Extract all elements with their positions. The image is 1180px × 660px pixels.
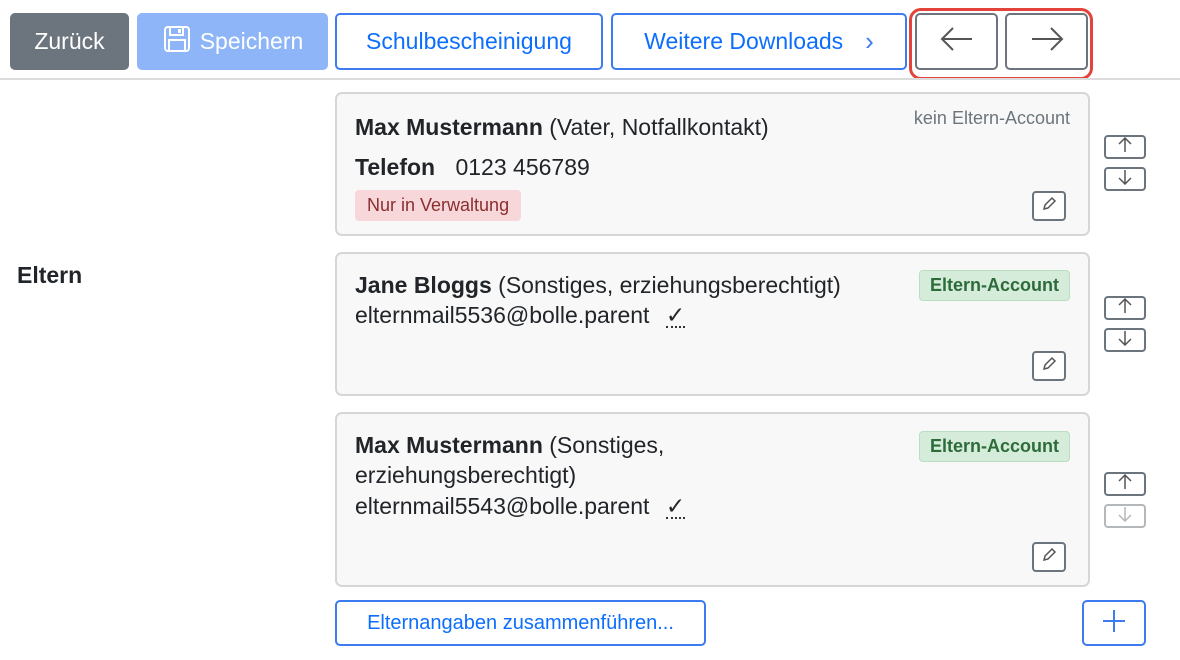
phone-label: Telefon [355,154,436,180]
move-up-button[interactable] [1104,296,1146,320]
chevron-right-icon: › [865,26,874,56]
parent-title: Max Mustermann (Sonstiges, [355,432,664,459]
school-certificate-button[interactable]: Schulbescheinigung [335,13,603,70]
toolbar-divider [0,78,1180,80]
account-status: kein Eltern-Account [913,108,1070,128]
save-button-label: Speichern [199,28,304,54]
parent-name: Max Mustermann [355,114,543,140]
parent-title: Max Mustermann (Vater, Notfallkontakt) [355,114,769,141]
plus-icon [1101,608,1127,639]
parent-email-row: elternmail5536@bolle.parent ✓ [355,302,686,329]
parent-card: Max Mustermann (Vater, Notfallkontakt) k… [335,92,1090,236]
arrow-up-icon [1116,297,1134,319]
verified-check-icon: ✓ [665,493,686,519]
parent-card: Jane Bloggs (Sonstiges, erziehungsberech… [335,252,1090,396]
parent-email: elternmail5543@bolle.parent [355,493,650,519]
arrow-down-icon [1116,330,1134,351]
arrow-up-icon [1116,136,1134,158]
parent-card: Max Mustermann (Sonstiges, erziehungsber… [335,412,1090,587]
navigation-highlight-frame [909,8,1093,80]
phone-value: 0123 456789 [455,154,590,180]
move-down-button[interactable] [1104,328,1146,352]
edit-button[interactable] [1032,351,1066,381]
pencil-icon [1041,196,1057,217]
parent-account-badge: Eltern-Account [918,431,1070,462]
parent-detail: (Sonstiges, [549,432,665,458]
parent-name: Jane Bloggs [355,272,492,298]
arrow-down-icon [1116,169,1134,190]
parent-phone-row: Telefon 0123 456789 [355,154,590,181]
parent-name: Max Mustermann [355,432,543,458]
parent-detail: (Sonstiges, erziehungsberechtigt) [498,272,841,298]
back-button-label: Zurück [34,28,105,54]
arrow-up-icon [1116,473,1134,495]
parent-detail-continued: erziehungsberechtigt) [355,462,577,488]
pencil-icon [1041,356,1057,377]
more-downloads-label: Weitere Downloads [644,28,844,54]
parent-email: elternmail5536@bolle.parent [355,302,650,328]
move-up-button[interactable] [1104,472,1146,496]
floppy-disk-icon [162,24,192,60]
parent-detail: (Vater, Notfallkontakt) [549,114,769,140]
edit-button[interactable] [1032,542,1066,572]
merge-parents-label: Elternangaben zusammenführen... [367,611,674,634]
back-button[interactable]: Zurück [10,13,129,70]
school-certificate-label: Schulbescheinigung [366,28,572,54]
more-downloads-button[interactable]: Weitere Downloads › [611,13,907,70]
merge-parents-button[interactable]: Elternangaben zusammenführen... [335,600,706,646]
move-down-button[interactable] [1104,167,1146,191]
parent-title: Jane Bloggs (Sonstiges, erziehungsberech… [355,272,841,299]
verified-check-icon: ✓ [665,302,686,328]
edit-button[interactable] [1032,191,1066,221]
save-button[interactable]: Speichern [137,13,328,70]
move-up-button[interactable] [1104,135,1146,159]
arrow-down-icon [1116,506,1134,527]
add-parent-button[interactable] [1082,600,1146,646]
admin-only-badge: Nur in Verwaltung [355,190,522,221]
pencil-icon [1041,547,1057,568]
section-label-parents: Eltern [17,262,83,288]
parent-account-badge: Eltern-Account [918,270,1070,301]
parent-email-row: elternmail5543@bolle.parent ✓ [355,493,686,520]
move-down-button-disabled[interactable] [1104,504,1146,528]
